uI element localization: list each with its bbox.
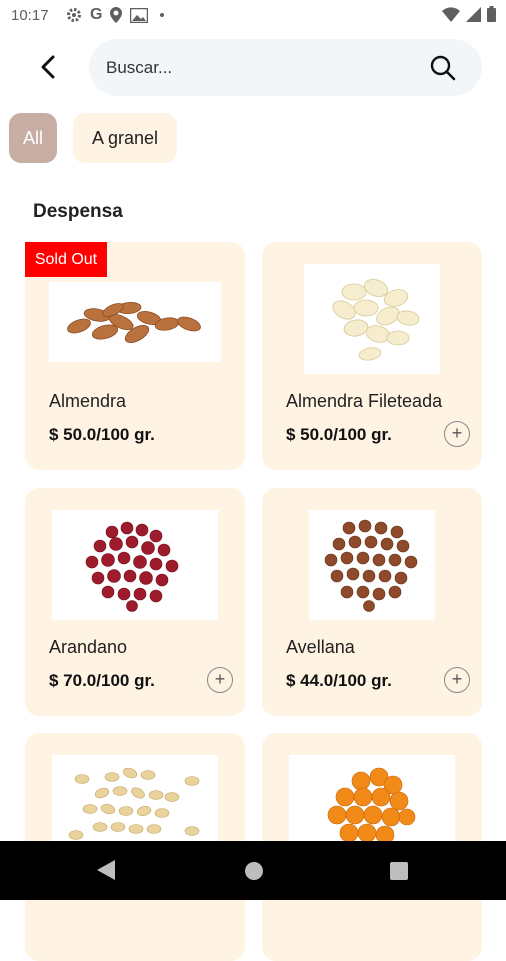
system-nav-bar [0, 841, 506, 900]
product-card[interactable]: Almendra Fileteada $ 50.0/100 gr. + [262, 242, 482, 470]
google-icon: G [90, 6, 103, 23]
add-circle-icon: + [214, 669, 226, 689]
add-to-cart-button[interactable]: + [207, 667, 233, 693]
signal-icon [466, 6, 481, 22]
wifi-icon [442, 6, 460, 22]
status-time: 10:17 [11, 7, 49, 24]
product-name: Avellana [286, 637, 355, 657]
product-name: Almendra [49, 391, 127, 411]
status-bar: 10:17 G [0, 0, 506, 30]
sold-out-badge: Sold Out [25, 242, 107, 277]
notification-dot-icon [160, 13, 165, 17]
search-icon[interactable] [429, 54, 457, 82]
add-to-cart-button[interactable]: + [444, 421, 470, 447]
almonds-image [49, 282, 221, 362]
nav-back-icon[interactable] [96, 859, 116, 881]
back-arrow-icon [41, 55, 55, 79]
photo-icon [130, 7, 149, 23]
settings-icon [67, 8, 81, 22]
product-price: $ 50.0/100 gr. [49, 425, 155, 444]
search-bar [89, 39, 482, 96]
nav-home-icon[interactable] [244, 861, 264, 881]
product-card[interactable]: Avellana $ 44.0/100 gr. + [262, 488, 482, 716]
location-icon [110, 7, 123, 23]
hazelnuts-image [309, 510, 435, 620]
section-title: Despensa [33, 201, 123, 222]
product-price: $ 44.0/100 gr. [286, 671, 392, 690]
sliced-almonds-image [304, 264, 440, 374]
cranberries-image [52, 510, 218, 620]
add-to-cart-button[interactable]: + [444, 667, 470, 693]
search-input[interactable] [104, 53, 408, 83]
filter-chip-a-granel[interactable]: A granel [73, 113, 177, 163]
battery-icon [487, 6, 496, 22]
product-price: $ 70.0/100 gr. [49, 671, 155, 690]
add-circle-icon: + [451, 669, 463, 689]
product-name: Almendra Fileteada [286, 391, 443, 411]
product-name: Arandano [49, 637, 128, 657]
nav-recents-icon[interactable] [390, 862, 408, 880]
product-card[interactable]: Arandano $ 70.0/100 gr. + [25, 488, 245, 716]
filter-chip-all[interactable]: All [9, 113, 57, 163]
add-circle-icon: + [451, 423, 463, 443]
back-button[interactable] [36, 52, 64, 82]
product-price: $ 50.0/100 gr. [286, 425, 392, 444]
